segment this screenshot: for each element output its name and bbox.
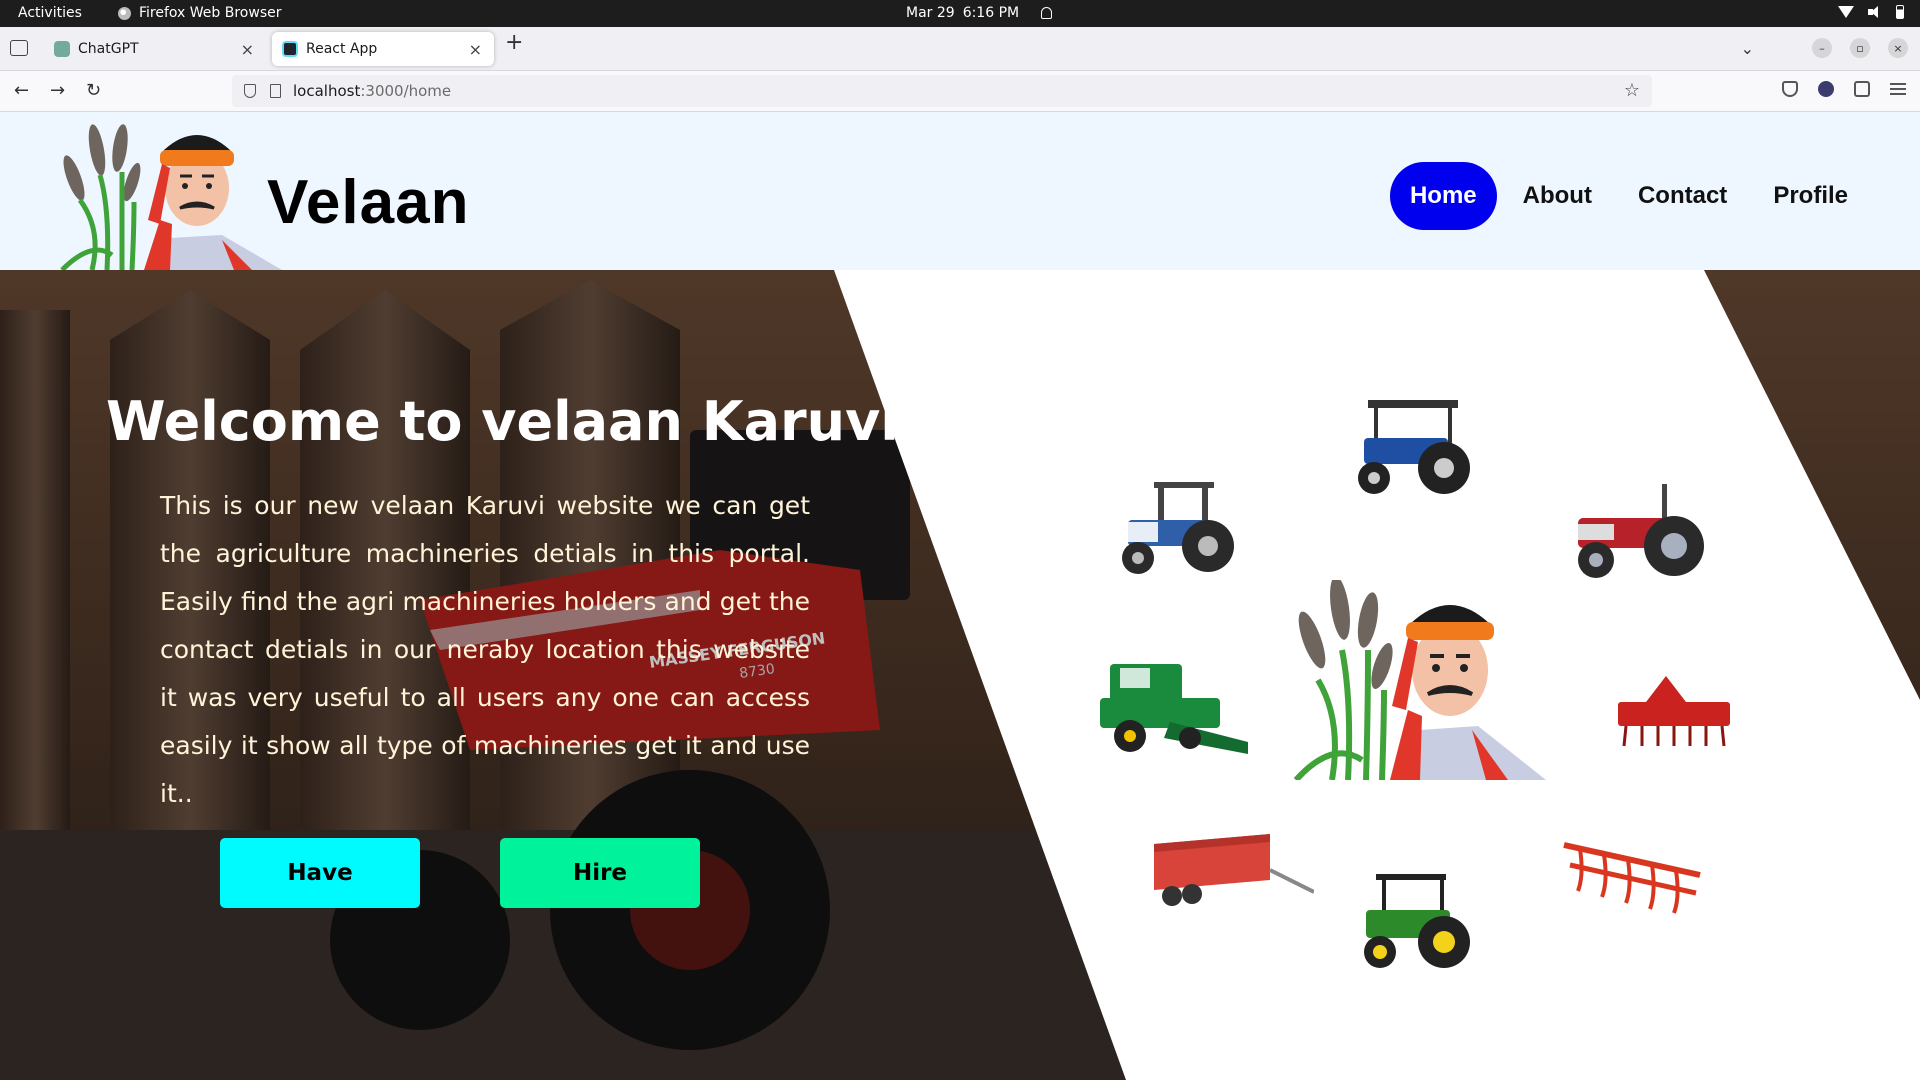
os-top-bar: Activities Firefox Web Browser Mar 29 6:… <box>0 0 1920 27</box>
hamburger-menu-icon[interactable] <box>1890 83 1906 95</box>
back-button[interactable]: ← <box>14 80 29 101</box>
close-window-button[interactable]: × <box>1888 38 1908 58</box>
blue-tractor-icon[interactable] <box>1344 398 1480 498</box>
clock-date: Mar 29 <box>906 5 955 21</box>
tab-title: ChatGPT <box>78 41 139 57</box>
navigation-toolbar: ← → ↻ localhost:3000/home ☆ <box>0 71 1920 112</box>
tab-close-icon[interactable]: × <box>469 40 482 59</box>
web-page: Velaan Home About Contact Profile MASSEY… <box>0 112 1920 1080</box>
nav-about[interactable]: About <box>1503 162 1612 230</box>
url-bar[interactable]: localhost:3000/home ☆ <box>232 75 1652 107</box>
firefox-icon <box>118 6 131 20</box>
tab-close-icon[interactable]: × <box>241 40 254 59</box>
app-name: Firefox Web Browser <box>139 5 282 21</box>
tracking-protection-icon[interactable] <box>244 84 256 98</box>
volume-icon <box>1868 6 1882 18</box>
list-all-tabs-icon[interactable]: ⌄ <box>1741 39 1754 58</box>
bookmark-star-icon[interactable]: ☆ <box>1624 80 1640 101</box>
tab-title: React App <box>306 41 378 57</box>
extensions-icon[interactable] <box>1854 81 1870 97</box>
cultivator-icon[interactable] <box>1560 835 1704 919</box>
url-host: localhost <box>293 82 361 100</box>
pocket-icon[interactable] <box>1782 81 1798 97</box>
combine-harvester-icon[interactable] <box>1080 658 1250 756</box>
new-tab-button[interactable]: + <box>505 30 523 55</box>
reload-button[interactable]: ↻ <box>86 80 101 101</box>
react-favicon-icon <box>282 41 298 57</box>
page-info-icon[interactable] <box>270 84 281 98</box>
hero-description: This is our new velaan Karuvi website we… <box>160 491 810 808</box>
farmer-mascot-icon[interactable] <box>1282 580 1546 780</box>
battery-icon <box>1896 5 1904 19</box>
hero-section: MASSEY FERGUSON 8730 Welcome to velaan K… <box>0 270 1920 1080</box>
site-header: Velaan Home About Contact Profile <box>0 112 1920 270</box>
swaraj-tractor-icon[interactable] <box>1118 480 1242 580</box>
system-tray[interactable] <box>1838 5 1904 19</box>
url-path: :3000/home <box>360 82 452 100</box>
minimize-button[interactable]: – <box>1812 38 1832 58</box>
rotavator-icon[interactable] <box>1606 672 1742 756</box>
tab-bar: ChatGPT × React App × + ⌄ – ▫ × <box>0 27 1920 71</box>
activities-button[interactable]: Activities <box>18 5 82 21</box>
main-nav: Home About Contact Profile <box>1389 162 1868 230</box>
chatgpt-favicon-icon <box>54 41 70 57</box>
firefox-view-icon[interactable] <box>10 40 28 56</box>
wifi-icon <box>1838 6 1854 18</box>
trailer-icon[interactable] <box>1150 830 1314 918</box>
tab-chatgpt[interactable]: ChatGPT × <box>44 32 266 66</box>
nav-contact[interactable]: Contact <box>1618 162 1747 230</box>
hero-title: Welcome to velaan Karuvigal <box>106 390 993 453</box>
nav-profile[interactable]: Profile <box>1753 162 1868 230</box>
notification-bell-icon <box>1041 7 1053 19</box>
clock-time: 6:16 PM <box>962 5 1020 21</box>
hire-button[interactable]: Hire <box>500 838 700 908</box>
forward-button[interactable]: → <box>50 80 65 101</box>
green-tractor-icon[interactable] <box>1356 870 1480 974</box>
account-icon[interactable] <box>1818 81 1834 97</box>
red-tractor-icon[interactable] <box>1570 480 1714 584</box>
clock[interactable]: Mar 29 6:16 PM <box>906 5 1053 21</box>
brand-name[interactable]: Velaan <box>267 167 469 238</box>
nav-home[interactable]: Home <box>1389 162 1497 230</box>
app-menu[interactable]: Firefox Web Browser <box>118 5 282 21</box>
tab-react-app[interactable]: React App × <box>272 32 494 66</box>
have-button[interactable]: Have <box>220 838 420 908</box>
maximize-button[interactable]: ▫ <box>1850 38 1870 58</box>
